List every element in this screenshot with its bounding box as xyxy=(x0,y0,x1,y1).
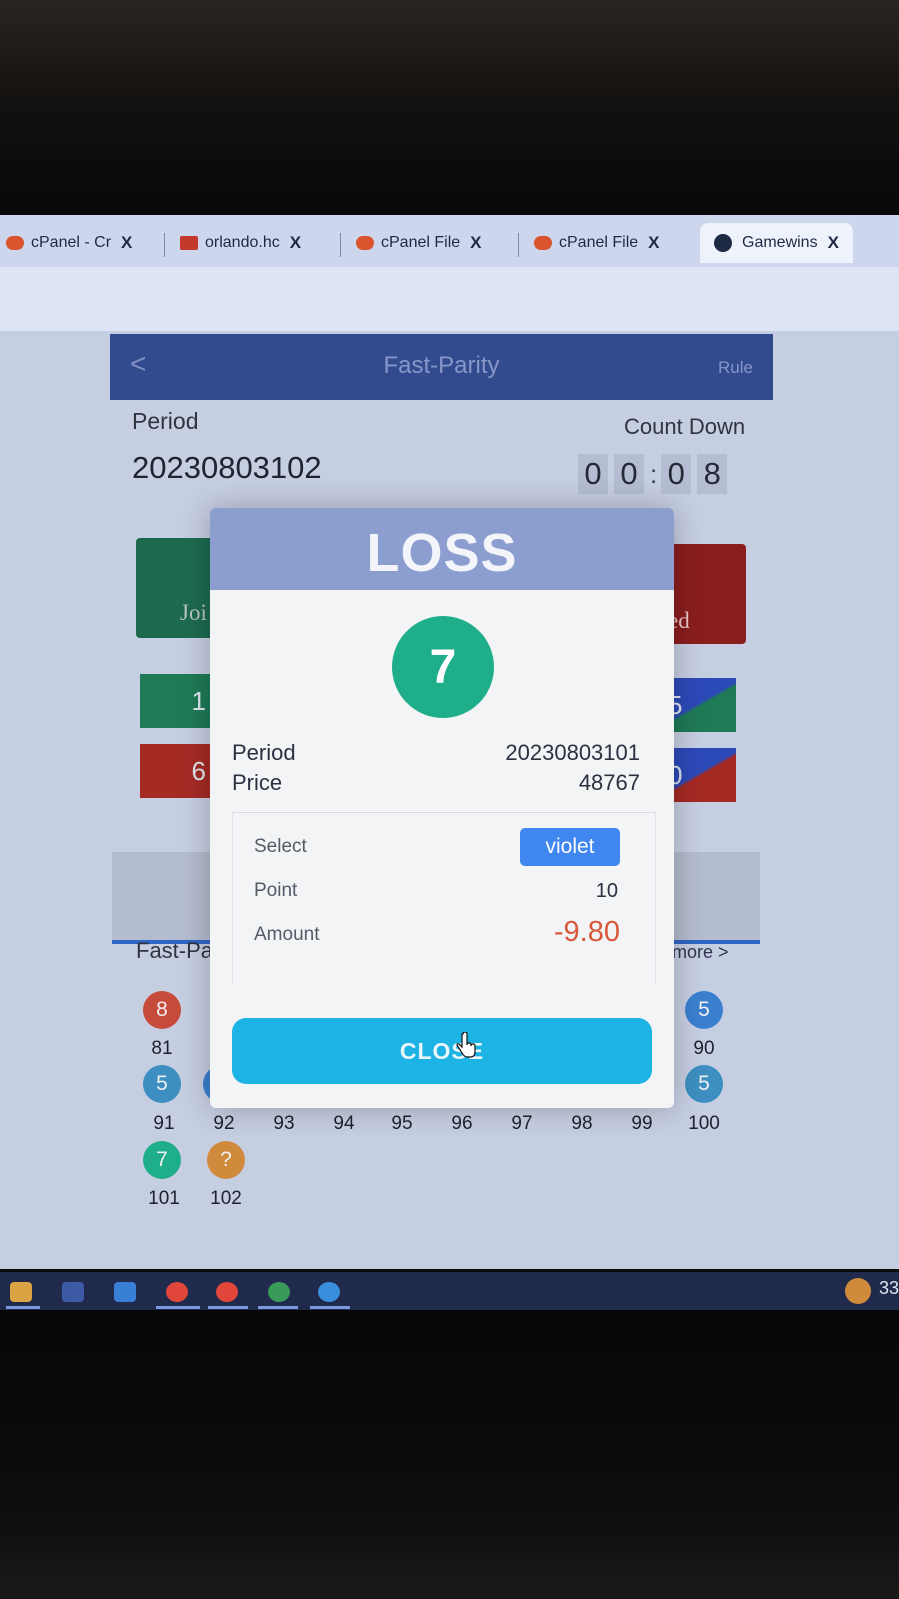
hand-cursor-icon xyxy=(456,1032,476,1058)
site-icon xyxy=(180,236,198,250)
tab-separator xyxy=(518,233,519,257)
countdown-digit: 0 xyxy=(578,454,608,494)
dialog-period-label: Period xyxy=(232,740,296,765)
result-number-ball: 7 xyxy=(392,616,494,718)
period-label: Period xyxy=(132,408,199,434)
globe-icon xyxy=(714,234,732,252)
close-tab-icon[interactable]: X xyxy=(290,233,301,253)
period-value: 20230803102 xyxy=(132,450,322,485)
history-period: 92 xyxy=(213,1113,235,1134)
point-label: Point xyxy=(254,880,298,901)
tab-label: Gamewins xyxy=(742,234,818,251)
close-tab-icon[interactable]: X xyxy=(648,233,659,253)
select-value-badge: violet xyxy=(520,828,620,866)
rule-link[interactable]: Rule xyxy=(718,358,753,378)
history-period: 90 xyxy=(693,1038,715,1059)
countdown-digit: 0 xyxy=(614,454,644,494)
tab-label: cPanel - Cr xyxy=(31,234,112,251)
countdown-digit: 0 xyxy=(661,454,692,494)
history-ball: 5 xyxy=(685,991,723,1029)
taskbar-clock: 33 xyxy=(878,1278,899,1298)
tab-label: cPanel File xyxy=(559,234,639,251)
number-label: 1 xyxy=(191,685,206,716)
number-label: 6 xyxy=(191,755,206,786)
dialog-period-value: 20230803101 xyxy=(505,740,640,765)
select-label: Select xyxy=(254,836,307,857)
telegram-icon[interactable] xyxy=(318,1282,340,1302)
page-title: Fast-Parity xyxy=(383,352,500,379)
history-period: 99 xyxy=(631,1113,653,1134)
history-period: 94 xyxy=(333,1113,355,1134)
tab-cpanel-1[interactable]: cPanel - Cr X xyxy=(6,223,132,263)
number-button-6[interactable]: 6 xyxy=(140,744,216,798)
tab-label: orlando.hc xyxy=(205,234,280,251)
tab-orlando[interactable]: orlando.hc X xyxy=(180,223,301,263)
taskbar-indicator xyxy=(258,1306,298,1309)
history-period: 98 xyxy=(571,1113,593,1134)
close-tab-icon[interactable]: X xyxy=(470,233,481,253)
history-ball: 5 xyxy=(685,1065,723,1103)
history-period: 95 xyxy=(391,1113,413,1134)
history-period: 91 xyxy=(153,1113,175,1134)
history-period: 102 xyxy=(210,1188,242,1209)
photo-bezel-bottom xyxy=(0,1310,899,1599)
weather-icon[interactable] xyxy=(845,1278,871,1304)
chrome-icon[interactable] xyxy=(268,1282,290,1302)
cpanel-icon xyxy=(6,236,24,250)
result-dialog: LOSS 7 Period 20230803101 Price 48767 Se… xyxy=(210,508,674,1108)
history-period: 97 xyxy=(511,1113,533,1134)
tab-gamewins[interactable]: Gamewins X xyxy=(700,223,853,263)
photo-bezel-top xyxy=(0,0,899,215)
amount-label: Amount xyxy=(254,924,320,945)
page-header: < Fast-Parity Rule xyxy=(110,334,773,400)
taskbar-indicator xyxy=(310,1306,350,1309)
countdown: 0 0 : 0 8 xyxy=(578,454,733,494)
chrome-icon[interactable] xyxy=(166,1282,188,1302)
join-green-label: Joi xyxy=(180,600,207,625)
history-ball: 5 xyxy=(143,1065,181,1103)
point-value: 10 xyxy=(595,880,618,902)
dialog-price-label: Price xyxy=(232,770,283,795)
amount-value: -9.80 xyxy=(553,916,620,948)
dialog-price-value: 48767 xyxy=(578,770,640,795)
os-taskbar: 33 xyxy=(0,1272,899,1310)
history-period: 101 xyxy=(148,1188,180,1209)
file-explorer-icon[interactable] xyxy=(10,1282,32,1302)
history-ball: 7 xyxy=(143,1141,181,1179)
dialog-header: LOSS xyxy=(210,508,674,590)
tab-cpanel-file-2[interactable]: cPanel File X xyxy=(534,223,660,263)
tab-label: cPanel File xyxy=(381,234,461,251)
browser-tab-strip: cPanel - Cr X orlando.hc X cPanel File X… xyxy=(0,215,899,267)
tab-separator xyxy=(340,233,341,257)
cpanel-icon xyxy=(356,236,374,250)
countdown-label: Count Down xyxy=(624,414,746,439)
number-button-1[interactable]: 1 xyxy=(140,674,216,728)
history-period: 100 xyxy=(688,1113,720,1134)
history-ball: ? xyxy=(207,1141,245,1179)
taskbar-indicator xyxy=(6,1306,40,1309)
taskbar-indicator xyxy=(156,1306,200,1309)
mail-icon[interactable] xyxy=(114,1282,136,1302)
close-button[interactable]: CLOSE xyxy=(232,1018,652,1084)
countdown-separator: : xyxy=(650,458,658,489)
taskbar-indicator xyxy=(208,1306,248,1309)
dialog-title: LOSS xyxy=(366,523,518,583)
history-ball: 8 xyxy=(143,991,181,1029)
tab-separator xyxy=(164,233,165,257)
tab-cpanel-file-1[interactable]: cPanel File X xyxy=(356,223,482,263)
address-bar-area xyxy=(0,267,899,334)
more-link[interactable]: more > xyxy=(672,942,729,963)
store-icon[interactable] xyxy=(62,1282,84,1302)
history-period: 93 xyxy=(273,1113,295,1134)
close-tab-icon[interactable]: X xyxy=(828,233,839,253)
cpanel-icon xyxy=(534,236,552,250)
countdown-digit: 8 xyxy=(697,454,728,494)
record-title: Fast-Pa xyxy=(136,938,214,963)
history-period: 81 xyxy=(151,1038,173,1059)
chrome-icon[interactable] xyxy=(216,1282,238,1302)
close-tab-icon[interactable]: X xyxy=(121,233,132,253)
history-period: 96 xyxy=(451,1113,473,1134)
